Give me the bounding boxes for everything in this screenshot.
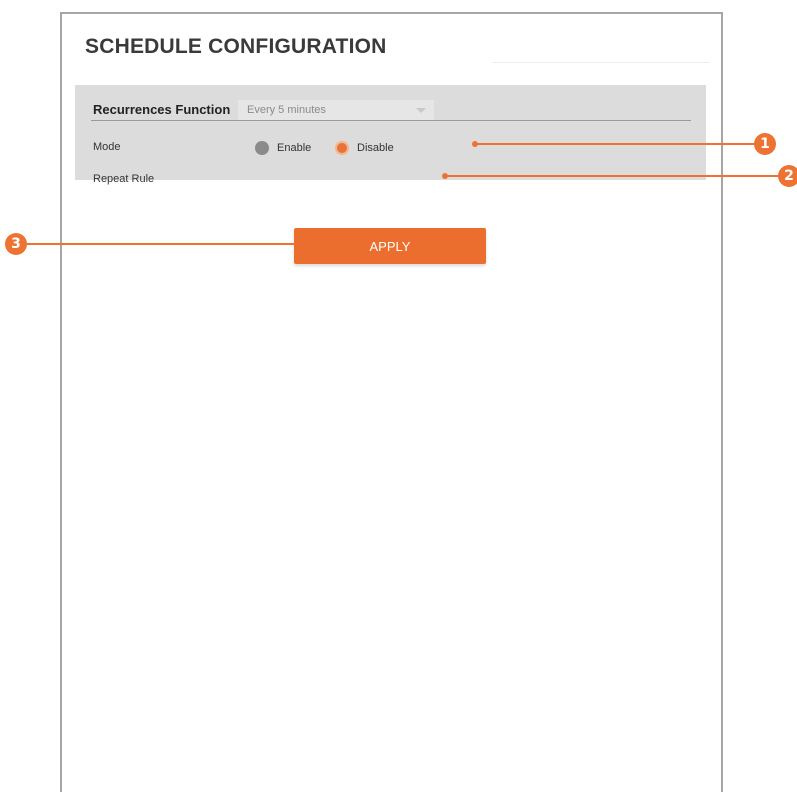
callout-badge-3: 3 — [5, 233, 27, 255]
page-title: SCHEDULE CONFIGURATION — [85, 35, 387, 58]
callout-badge-2: 2 — [778, 165, 797, 187]
mode-enable-label: Enable — [277, 142, 312, 154]
mode-disable-radio[interactable]: Disable — [335, 141, 394, 155]
apply-button[interactable]: APPLY — [294, 228, 486, 264]
chevron-down-icon — [416, 108, 426, 113]
repeat-rule-label: Repeat Rule — [93, 173, 155, 185]
callout-badge-1: 1 — [754, 133, 776, 155]
radio-selected-icon — [335, 141, 349, 155]
section-title: Recurrences Function — [93, 102, 231, 117]
repeat-rule-select[interactable]: Every 5 minutes — [238, 100, 434, 120]
mode-label: Mode — [93, 141, 121, 153]
mode-enable-radio[interactable]: Enable — [255, 141, 311, 155]
repeat-rule-value: Every 5 minutes — [247, 104, 326, 116]
title-divider — [492, 62, 710, 63]
section-divider — [91, 120, 691, 121]
callout-3-line — [27, 243, 295, 245]
schedule-configuration-panel: SCHEDULE CONFIGURATION Recurrences Funct… — [60, 12, 723, 792]
callout-1-line — [475, 143, 757, 145]
mode-disable-label: Disable — [357, 142, 394, 154]
callout-2-line — [445, 175, 782, 177]
radio-unselected-icon — [255, 141, 269, 155]
